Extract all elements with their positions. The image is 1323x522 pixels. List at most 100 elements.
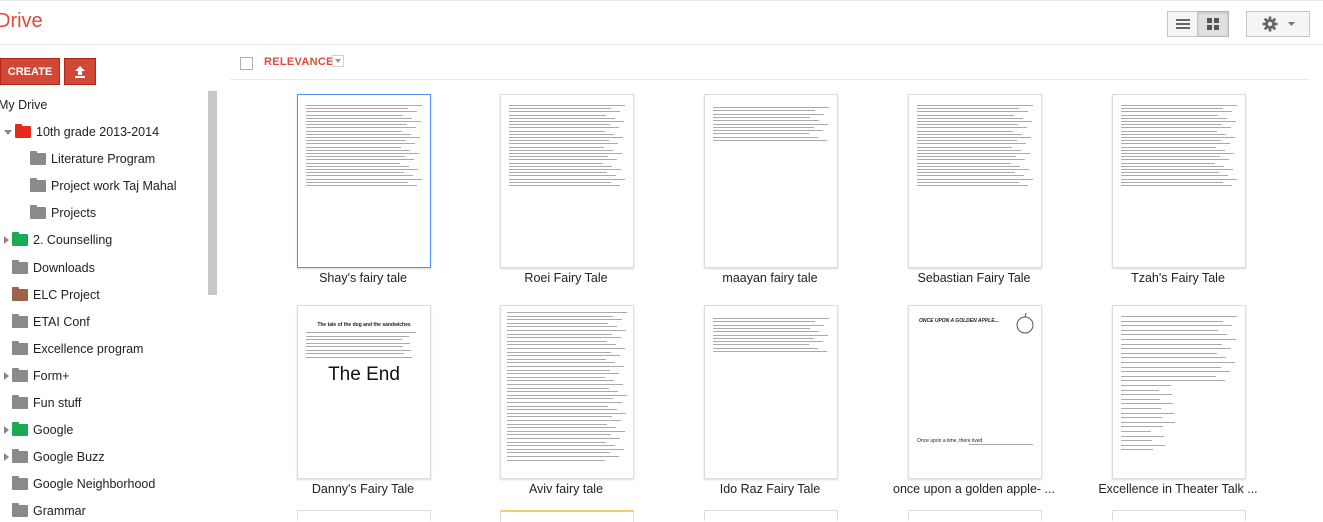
file-title[interactable]: maayan fairy tale xyxy=(675,271,865,285)
sidebar-folder-item[interactable]: Literature Program xyxy=(22,149,155,169)
expand-toggle-icon[interactable] xyxy=(4,129,12,135)
expand-toggle-icon[interactable] xyxy=(4,236,9,244)
text-line xyxy=(1121,150,1225,151)
text-line xyxy=(509,169,621,170)
text-line xyxy=(917,124,1018,125)
list-view-icon xyxy=(1175,19,1190,29)
file-thumbnail[interactable] xyxy=(1112,305,1246,479)
file-title[interactable]: Danny's Fairy Tale xyxy=(268,482,458,496)
grid-view-button[interactable] xyxy=(1198,11,1229,37)
expand-toggle-icon[interactable] xyxy=(4,426,9,434)
text-line xyxy=(306,121,421,122)
file-thumbnail[interactable] xyxy=(500,94,634,268)
thumbnail-heading: ONCE UPON A GOLDEN APPLE... xyxy=(919,318,999,324)
sidebar-folder-item[interactable]: Downloads xyxy=(4,258,95,278)
text-line xyxy=(507,373,619,374)
text-line xyxy=(306,140,406,141)
text-line xyxy=(306,349,411,351)
text-line xyxy=(306,182,408,183)
sidebar-scrollbar[interactable] xyxy=(208,91,217,295)
sidebar-item-label: Google xyxy=(33,423,74,437)
text-line xyxy=(306,179,422,180)
sidebar-folder-item[interactable]: Google Neighborhood xyxy=(4,474,155,494)
text-line xyxy=(1121,140,1221,141)
sidebar-folder-item[interactable]: Google Buzz xyxy=(4,447,105,467)
sidebar-folder-item[interactable]: Project work Taj Mahal xyxy=(22,176,177,196)
select-all-checkbox[interactable] xyxy=(240,57,253,70)
file-thumbnail-partial[interactable] xyxy=(704,510,838,521)
upload-arrow-icon xyxy=(75,65,85,78)
text-line xyxy=(507,460,605,461)
file-thumbnail[interactable] xyxy=(1112,94,1246,268)
text-line xyxy=(509,159,617,160)
file-thumbnail[interactable] xyxy=(500,305,634,479)
sort-relevance-label[interactable]: RELEVANCE xyxy=(264,56,334,68)
header-divider xyxy=(0,44,1323,45)
text-line xyxy=(713,328,810,329)
sidebar-my-drive[interactable]: My Drive xyxy=(0,95,47,115)
text-line xyxy=(509,118,615,119)
file-thumbnail-partial[interactable] xyxy=(1112,510,1246,521)
sidebar-item-label: Projects xyxy=(51,206,97,220)
file-thumbnail[interactable]: ONCE UPON A GOLDEN APPLE... Once upon a t… xyxy=(908,305,1042,479)
create-button[interactable]: CREATE xyxy=(0,58,60,85)
text-line xyxy=(507,427,616,428)
sidebar-folder-item[interactable]: ELC Project xyxy=(4,285,100,305)
upload-button[interactable] xyxy=(64,58,96,85)
file-title[interactable]: Roei Fairy Tale xyxy=(471,271,661,285)
list-view-button[interactable] xyxy=(1167,11,1198,37)
app-title[interactable]: Drive xyxy=(0,10,43,33)
file-title[interactable]: once upon a golden apple- ... xyxy=(879,482,1069,496)
file-thumbnail-partial[interactable] xyxy=(297,510,431,521)
expand-toggle-icon[interactable] xyxy=(4,453,9,461)
sidebar-folder-item[interactable]: 2. Counselling xyxy=(4,230,112,250)
file-title[interactable]: Ido Raz Fairy Tale xyxy=(675,482,865,496)
text-line xyxy=(1121,159,1229,160)
sidebar-folder-item[interactable]: Fun stuff xyxy=(4,393,81,413)
sort-dropdown-button[interactable] xyxy=(332,55,344,67)
sidebar-folder-item[interactable]: Grammar xyxy=(4,501,86,521)
file-thumbnail-partial[interactable] xyxy=(908,510,1042,521)
text-line xyxy=(509,131,605,132)
text-line xyxy=(917,153,1030,154)
text-line xyxy=(306,137,420,138)
text-line xyxy=(713,318,829,319)
sidebar-folder-item[interactable]: 10th grade 2013-2014 xyxy=(4,122,159,142)
file-thumbnail[interactable]: The tale of the dog and the sandwiches Th… xyxy=(297,305,431,479)
sidebar-folder-item[interactable]: Form+ xyxy=(4,366,69,386)
folder-icon xyxy=(30,205,46,219)
folder-icon xyxy=(12,287,28,301)
text-line xyxy=(1121,175,1228,176)
file-title[interactable]: Aviv fairy tale xyxy=(471,482,661,496)
folder-icon xyxy=(12,449,28,463)
text-line xyxy=(1121,403,1173,404)
text-line xyxy=(1121,449,1153,450)
sidebar-folder-item[interactable]: Google xyxy=(4,420,73,440)
file-title[interactable]: Excellence in Theater Talk ... xyxy=(1083,482,1273,496)
text-line xyxy=(509,137,623,138)
text-line xyxy=(713,124,828,125)
text-line xyxy=(507,391,618,392)
file-thumbnail[interactable] xyxy=(908,94,1042,268)
file-thumbnail[interactable] xyxy=(704,305,838,479)
file-title[interactable]: Sebastian Fairy Tale xyxy=(879,271,1069,285)
sidebar-folder-item[interactable]: Excellence program xyxy=(4,339,143,359)
file-title[interactable]: Shay's fairy tale xyxy=(268,271,458,285)
file-thumbnail[interactable] xyxy=(297,94,431,268)
settings-button[interactable] xyxy=(1246,11,1310,37)
text-line xyxy=(917,156,1016,157)
file-title[interactable]: Tzah's Fairy Tale xyxy=(1083,271,1273,285)
text-line xyxy=(1121,353,1217,354)
expand-toggle-icon[interactable] xyxy=(4,372,9,380)
file-thumbnail[interactable] xyxy=(704,94,838,268)
sidebar-folder-item[interactable]: ETAI Conf xyxy=(4,312,90,332)
file-thumbnail-partial[interactable] xyxy=(500,510,634,522)
text-line xyxy=(713,344,809,345)
text-line xyxy=(306,105,422,106)
text-line xyxy=(1121,134,1226,135)
sidebar-folder-item[interactable]: Projects xyxy=(22,203,96,223)
text-line xyxy=(507,445,615,446)
text-line xyxy=(507,406,608,407)
sidebar-item-label: Excellence program xyxy=(33,342,144,356)
text-line xyxy=(306,339,402,340)
